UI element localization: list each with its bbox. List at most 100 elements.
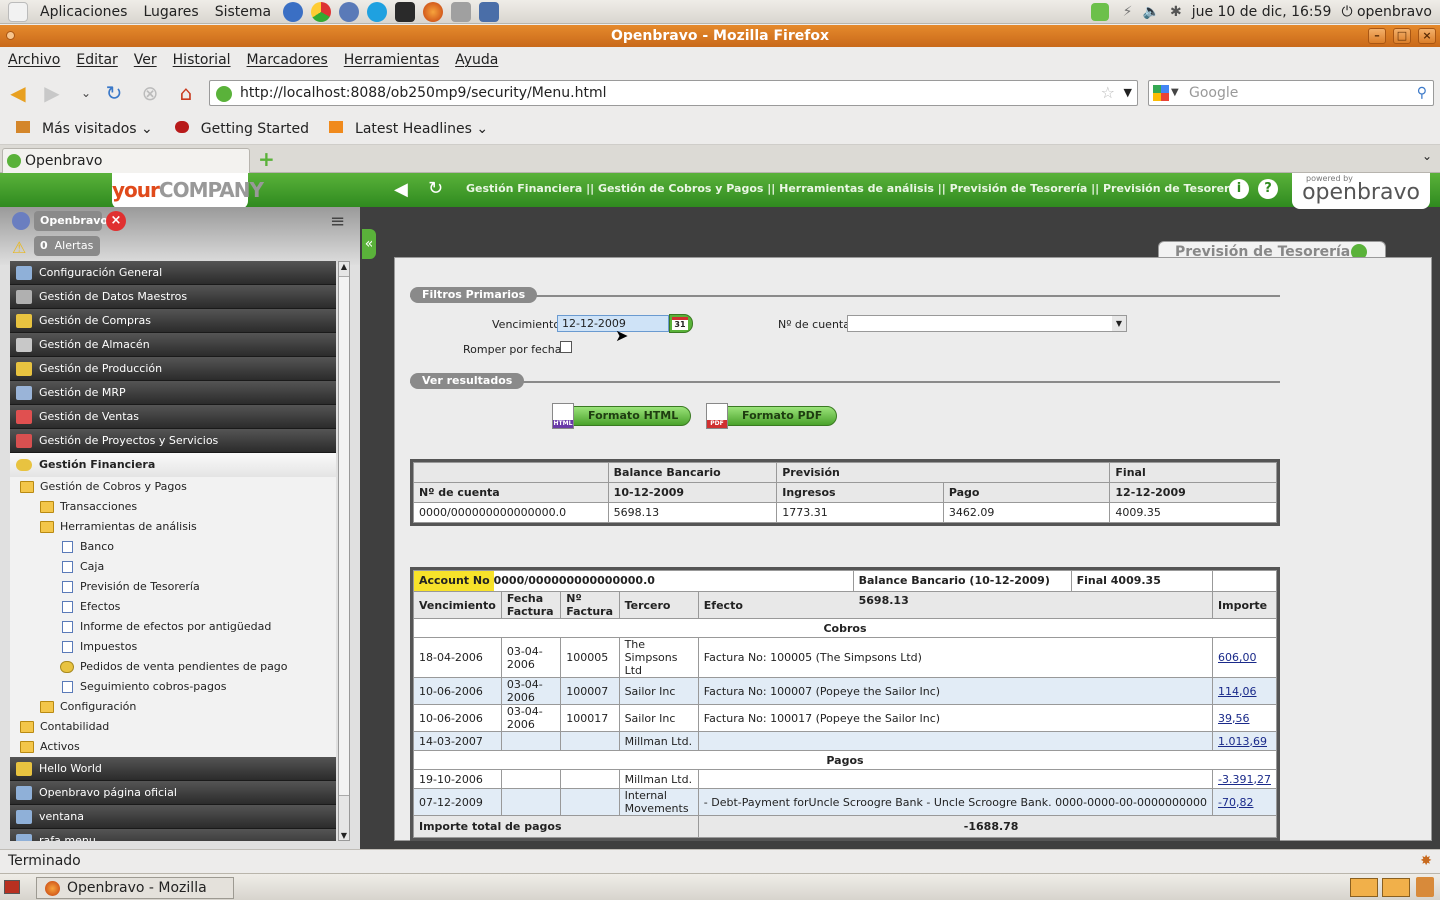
- search-icon[interactable]: ⚲: [1417, 81, 1427, 105]
- menu-item[interactable]: Gestión de MRP: [10, 381, 336, 405]
- menu-item[interactable]: Openbravo página oficial: [10, 781, 336, 805]
- menu-item[interactable]: ventana: [10, 805, 336, 829]
- home-button[interactable]: ⌂: [174, 82, 198, 104]
- history-dropdown-icon[interactable]: ⌄: [74, 82, 98, 104]
- window-menu-dot-icon[interactable]: [6, 31, 15, 40]
- reload-button[interactable]: ↻: [102, 82, 126, 104]
- forward-button[interactable]: ▶: [40, 82, 64, 104]
- url-dropdown-icon[interactable]: ▼: [1124, 81, 1132, 105]
- logout-close-icon[interactable]: ×: [106, 211, 126, 231]
- back-arrow-icon[interactable]: ◀: [394, 179, 408, 200]
- tree-item[interactable]: Impuestos: [10, 637, 336, 657]
- volume-icon[interactable]: 🔈: [1143, 4, 1160, 20]
- taskbar-firefox-window[interactable]: Openbravo - Mozilla Fi...: [36, 877, 234, 899]
- bookmark-latest-headlines[interactable]: Latest Headlines ⌄: [321, 120, 488, 137]
- importe-link[interactable]: 114,06: [1212, 677, 1277, 705]
- tree-item[interactable]: Activos: [10, 737, 336, 757]
- menu-item[interactable]: Gestión de Almacén: [10, 333, 336, 357]
- search-box[interactable]: ▼ Google ⚲: [1148, 80, 1434, 106]
- help-icon[interactable]: ?: [1258, 179, 1278, 199]
- importe-link[interactable]: 1.013,69: [1212, 731, 1277, 751]
- menu-editar[interactable]: Editar: [68, 52, 125, 68]
- menu-archivo[interactable]: Archivo: [0, 52, 68, 68]
- bookmark-star-icon[interactable]: ☆: [1101, 81, 1115, 105]
- skype-launcher-icon[interactable]: [367, 1, 388, 22]
- menu-item[interactable]: Gestión de Proyectos y Servicios: [10, 429, 336, 453]
- menu-item[interactable]: Gestión de Producción: [10, 357, 336, 381]
- bluetooth-icon[interactable]: ✱: [1170, 4, 1182, 20]
- menu-item[interactable]: Gestión de Ventas: [10, 405, 336, 429]
- romper-checkbox[interactable]: [560, 341, 572, 353]
- tree-item[interactable]: Configuración: [10, 697, 336, 717]
- panel-menu-lugares[interactable]: Lugares: [135, 4, 206, 20]
- maximize-button[interactable]: □: [1393, 28, 1411, 44]
- calendar-button[interactable]: 31: [669, 314, 693, 333]
- stop-button[interactable]: ⊗: [138, 82, 162, 104]
- tree-item[interactable]: Efectos: [10, 597, 336, 617]
- bookmark-mas-visitados[interactable]: Más visitados ⌄: [8, 120, 153, 137]
- tree-item[interactable]: Gestión de Cobros y Pagos: [10, 477, 336, 497]
- database-launcher-icon[interactable]: [479, 1, 500, 22]
- workspace-2-icon[interactable]: [1382, 878, 1410, 897]
- site-identity-icon[interactable]: [216, 86, 232, 102]
- new-tab-button[interactable]: +: [258, 147, 275, 171]
- panel-menu-sistema[interactable]: Sistema: [207, 4, 279, 20]
- scroll-down-icon[interactable]: ▼: [339, 831, 349, 840]
- firefox-launcher-icon[interactable]: [423, 1, 444, 22]
- menu-item[interactable]: Gestión de Compras: [10, 309, 336, 333]
- scroll-thumb[interactable]: [339, 276, 349, 796]
- importe-link[interactable]: -3.391,27: [1212, 769, 1277, 789]
- panel-clock[interactable]: jue 10 de dic, 16:59: [1192, 4, 1332, 20]
- trash-icon[interactable]: [1416, 877, 1434, 897]
- tree-item[interactable]: Previsión de Tesorería: [10, 577, 336, 597]
- engine-dropdown-icon[interactable]: ▼: [1171, 81, 1179, 105]
- menu-collapse-icon[interactable]: ≡: [330, 211, 350, 232]
- minimize-button[interactable]: –: [1368, 28, 1386, 44]
- google-engine-icon[interactable]: [1153, 85, 1169, 101]
- menu-item[interactable]: rafa menu: [10, 829, 336, 841]
- user-avatar-icon[interactable]: [12, 212, 30, 230]
- tab-openbravo[interactable]: Openbravo: [2, 148, 250, 174]
- refresh-icon[interactable]: ↻: [428, 178, 443, 199]
- tree-item[interactable]: Contabilidad: [10, 717, 336, 737]
- back-button[interactable]: ◀: [6, 82, 30, 104]
- menu-historial[interactable]: Historial: [165, 52, 239, 68]
- info-icon[interactable]: i: [1229, 179, 1249, 199]
- show-desktop-icon[interactable]: [4, 880, 20, 894]
- vencimiento-input[interactable]: 12-12-2009: [557, 315, 669, 332]
- network-tool-launcher-icon[interactable]: [451, 1, 472, 22]
- importe-link[interactable]: 606,00: [1212, 637, 1277, 678]
- scroll-up-icon[interactable]: ▲: [339, 262, 349, 271]
- tab-list-icon[interactable]: ⌄: [1422, 149, 1432, 163]
- panel-user-menu[interactable]: ⏻ openbravo: [1341, 4, 1432, 20]
- alerts-button[interactable]: 0 Alertas: [34, 236, 100, 256]
- panel-menu-aplicaciones[interactable]: Aplicaciones: [32, 4, 135, 20]
- tree-item[interactable]: Pedidos de venta pendientes de pago: [10, 657, 336, 677]
- bookmark-getting-started[interactable]: Getting Started: [167, 120, 309, 137]
- tree-item[interactable]: Informe de efectos por antigüedad: [10, 617, 336, 637]
- user-name[interactable]: Openbravo: [34, 211, 108, 231]
- select-arrow-icon[interactable]: ▼: [1112, 316, 1126, 331]
- chrome-launcher-icon[interactable]: [311, 1, 332, 22]
- menu-item[interactable]: Gestión de Datos Maestros: [10, 285, 336, 309]
- tree-item[interactable]: Seguimiento cobros-pagos: [10, 677, 336, 697]
- cuenta-select[interactable]: ▼: [847, 315, 1127, 332]
- tree-item[interactable]: Herramientas de análisis: [10, 517, 336, 537]
- terminal-launcher-icon[interactable]: [395, 1, 416, 22]
- formato-html-button[interactable]: HTML Formato HTML: [552, 403, 691, 429]
- formato-pdf-button[interactable]: PDF Formato PDF: [706, 403, 837, 429]
- network-icon[interactable]: ⚡: [1123, 4, 1133, 20]
- update-notifier-icon[interactable]: [1090, 3, 1109, 21]
- menu-item[interactable]: Configuración General: [10, 261, 336, 285]
- importe-link[interactable]: 39,56: [1212, 704, 1277, 732]
- collapse-menu-button[interactable]: «: [362, 229, 376, 259]
- menu-ayuda[interactable]: Ayuda: [447, 52, 506, 68]
- tree-item[interactable]: Caja: [10, 557, 336, 577]
- menu-marcadores[interactable]: Marcadores: [239, 52, 336, 68]
- url-bar[interactable]: http://localhost:8088/ob250mp9/security/…: [209, 80, 1138, 106]
- tree-item[interactable]: Banco: [10, 537, 336, 557]
- tree-item[interactable]: Transacciones: [10, 497, 336, 517]
- menu-scrollbar[interactable]: ▲ ▼: [338, 261, 350, 841]
- close-window-button[interactable]: ×: [1418, 28, 1436, 44]
- gnome-foot-icon[interactable]: [8, 1, 28, 22]
